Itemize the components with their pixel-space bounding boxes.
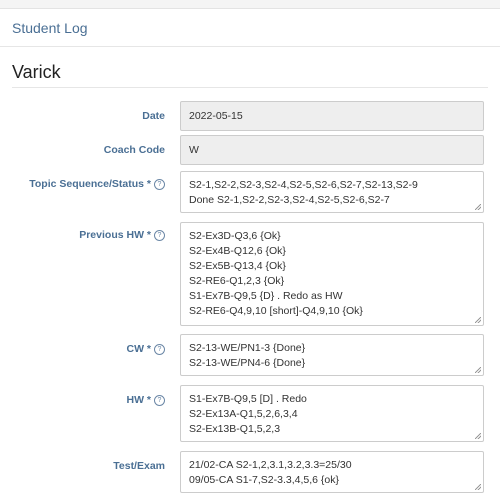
previous-hw-label-text: Previous HW * xyxy=(79,229,151,241)
cw-textarea[interactable]: S2-13-WE/PN1-3 {Done} S2-13-WE/PN4-6 {Do… xyxy=(180,334,484,376)
help-icon[interactable]: ? xyxy=(154,395,165,406)
help-icon[interactable]: ? xyxy=(154,179,165,190)
coach-code-field[interactable]: W xyxy=(180,135,484,165)
test-exam-textarea[interactable]: 21/02-CA S2-1,2,3.1,3.2,3.3=25/30 09/05-… xyxy=(180,451,484,493)
help-icon[interactable]: ? xyxy=(154,344,165,355)
textarea-line: 09/05-CA S1-7,S2-3.3,4,5,6 {ok} xyxy=(189,474,340,486)
resize-grip-icon[interactable] xyxy=(475,484,481,490)
textarea-line: S2-Ex5B-Q13,4 {Ok} xyxy=(189,260,286,272)
topic-sequence-label: Topic Sequence/Status *? xyxy=(29,178,165,190)
textarea-line: S2-Ex4B-Q12,6 {Ok} xyxy=(189,245,286,257)
student-name: Varick xyxy=(12,62,61,82)
textarea-line: S2-RE6-Q4,9,10 [short]-Q4,9,10 {Ok} xyxy=(189,305,363,317)
test-exam-label: Test/Exam xyxy=(113,460,165,472)
hw-textarea[interactable]: S1-Ex7B-Q9,5 [D] . Redo S2-Ex13A-Q1,5,2,… xyxy=(180,385,484,442)
date-label: Date xyxy=(142,110,165,122)
hw-label: HW *? xyxy=(126,394,165,406)
resize-grip-icon[interactable] xyxy=(475,204,481,210)
divider xyxy=(12,87,488,88)
previous-hw-label: Previous HW *? xyxy=(79,229,165,241)
textarea-line: S2-Ex3D-Q3,6 {Ok} xyxy=(189,230,281,242)
hw-label-text: HW * xyxy=(126,394,152,406)
textarea-line: S2-RE6-Q1,2,3 {Ok} xyxy=(189,275,285,287)
resize-grip-icon[interactable] xyxy=(475,367,481,373)
page-header-title: Student Log xyxy=(12,20,88,36)
resize-grip-icon[interactable] xyxy=(475,433,481,439)
textarea-line: S1-Ex7B-Q9,5 [D] . Redo xyxy=(189,393,307,405)
textarea-line: S2-Ex13B-Q1,5,2,3 xyxy=(189,423,281,435)
textarea-line: S2-13-WE/PN1-3 {Done} xyxy=(189,342,306,354)
textarea-line: S1-Ex7B-Q9,5 {D} . Redo as HW xyxy=(189,290,343,302)
help-icon[interactable]: ? xyxy=(154,230,165,241)
divider xyxy=(0,46,500,47)
previous-hw-textarea[interactable]: S2-Ex3D-Q3,6 {Ok} S2-Ex4B-Q12,6 {Ok} S2-… xyxy=(180,222,484,326)
cw-label-text: CW * xyxy=(126,343,152,355)
date-field[interactable]: 2022-05-15 xyxy=(180,101,484,131)
cw-label: CW *? xyxy=(126,343,165,355)
textarea-line: Done S2-1,S2-2,S2-3,S2-4,S2-5,S2-6,S2-7 xyxy=(189,194,390,206)
top-bar xyxy=(0,0,500,9)
textarea-line: S2-13-WE/PN4-6 {Done} xyxy=(189,357,306,369)
coach-code-label: Coach Code xyxy=(103,144,165,156)
textarea-line: 21/02-CA S2-1,2,3.1,3.2,3.3=25/30 xyxy=(189,459,352,471)
textarea-line: S2-Ex13A-Q1,5,2,6,3,4 xyxy=(189,408,298,420)
resize-grip-icon[interactable] xyxy=(475,317,481,323)
topic-sequence-textarea[interactable]: S2-1,S2-2,S2-3,S2-4,S2-5,S2-6,S2-7,S2-13… xyxy=(180,171,484,213)
textarea-line: S2-1,S2-2,S2-3,S2-4,S2-5,S2-6,S2-7,S2-13… xyxy=(189,179,418,191)
topic-sequence-label-text: Topic Sequence/Status * xyxy=(29,178,151,190)
